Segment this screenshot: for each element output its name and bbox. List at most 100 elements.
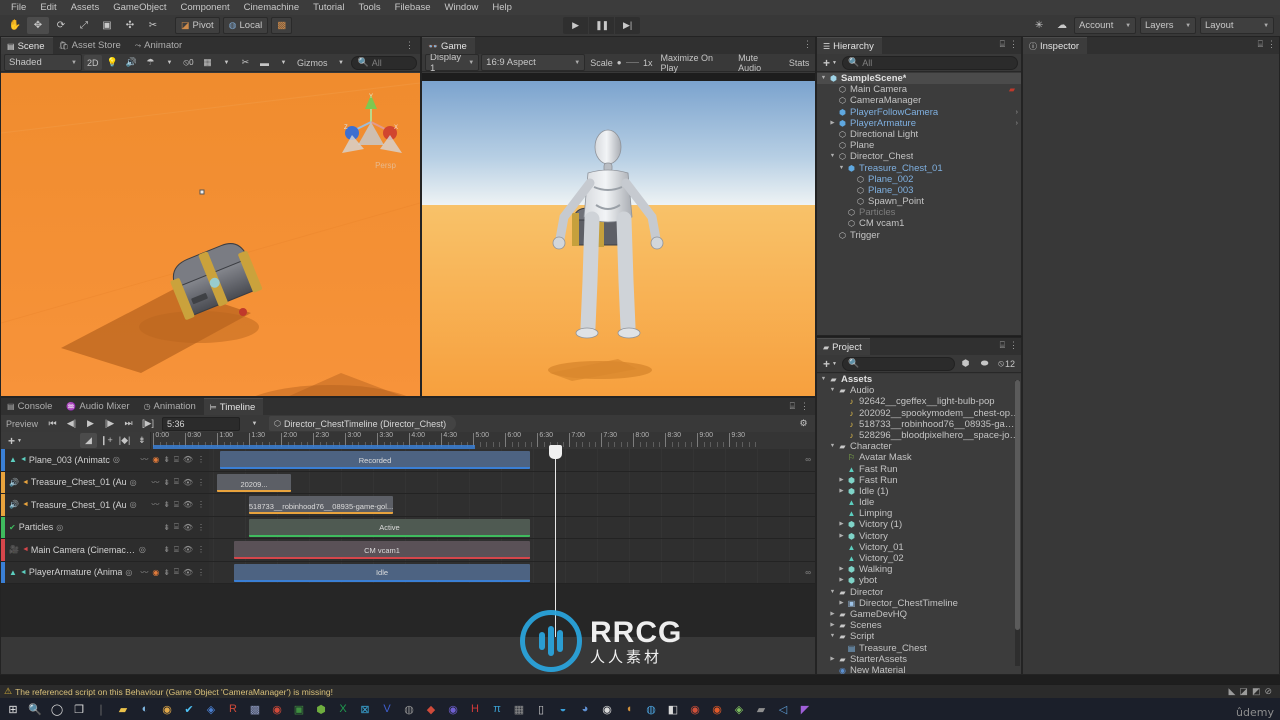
menu-item-edit[interactable]: Edit bbox=[33, 0, 63, 15]
timeline-lock-toggle[interactable]: ⇟ bbox=[133, 433, 150, 448]
tab-animator[interactable]: ⤳ Animator bbox=[128, 37, 191, 54]
menu-item-gameobject[interactable]: GameObject bbox=[106, 0, 173, 15]
project-tree[interactable]: ▼ ▰ Assets ▼ ▰ Audio ♪ 92642__cgeffex__light-bu… bbox=[817, 374, 1021, 674]
project-item[interactable]: ▲ Idle bbox=[817, 497, 1021, 508]
tab-audio-mixer[interactable]: ♒ Audio Mixer bbox=[60, 398, 138, 415]
mute-audio-button[interactable]: Mute Audio bbox=[735, 53, 784, 73]
taskbar-icon[interactable]: ◐ bbox=[134, 698, 156, 720]
hierarchy-item[interactable]: ⬡ Spawn_Point bbox=[817, 196, 1021, 207]
hierarchy-item[interactable]: ⬡ Particles bbox=[817, 207, 1021, 218]
hierarchy-item[interactable]: ▼ ⬡ Director_Chest bbox=[817, 151, 1021, 162]
project-item[interactable]: ♪ 202092__spookymodem__chest-opening bbox=[817, 408, 1022, 419]
taskbar-icon[interactable]: ◉ bbox=[684, 698, 706, 720]
track-unlock-icon[interactable]: ⌸ bbox=[174, 455, 179, 465]
timeline-track-header[interactable]: 🔊 ◄ Treasure_Chest_01 (Au ◎ 〰 ⇟ ⌸ 👁 ⋮ bbox=[1, 494, 209, 516]
hierarchy-item[interactable]: ⬡ Directional Light bbox=[817, 129, 1021, 140]
hierarchy-item[interactable]: ⬡ CameraManager bbox=[817, 95, 1021, 106]
taskbar-icon[interactable]: ✔ bbox=[178, 698, 200, 720]
menu-item-cinemachine[interactable]: Cinemachine bbox=[237, 0, 306, 15]
track-lock-icon[interactable]: ⇟ bbox=[163, 568, 170, 577]
timeline-playhead-handle[interactable] bbox=[549, 445, 562, 459]
disclosure-triangle-icon[interactable]: ▼ bbox=[819, 73, 828, 84]
track-menu-icon[interactable]: ⋮ bbox=[197, 500, 205, 509]
timeline-clip[interactable]: Recorded bbox=[220, 451, 530, 469]
hierarchy-item[interactable]: ⬡ CM vcam1 bbox=[817, 218, 1021, 229]
kebab-icon[interactable]: ⋮ bbox=[800, 401, 809, 412]
lock-icon[interactable]: ⌸ bbox=[1258, 39, 1263, 50]
menu-item-help[interactable]: Help bbox=[485, 0, 519, 15]
project-item[interactable]: ▶ ⬢ Fast Run bbox=[817, 475, 1021, 486]
track-object-field-icon[interactable]: ◎ bbox=[130, 478, 137, 487]
disclosure-triangle-icon[interactable]: ▶ bbox=[837, 598, 846, 609]
hierarchy-panel-controls[interactable]: ⌸ ⋮ bbox=[1000, 39, 1018, 50]
custom-tool-icon[interactable]: ✂ bbox=[142, 17, 164, 34]
disclosure-triangle-icon[interactable]: ▼ bbox=[828, 587, 837, 598]
track-menu-icon[interactable]: ⋮ bbox=[197, 568, 205, 577]
layout-dropdown[interactable]: Layout ▼ bbox=[1200, 17, 1275, 34]
taskbar-icon[interactable]: ❐ bbox=[68, 698, 90, 720]
track-lock-icon[interactable]: ⇟ bbox=[163, 500, 170, 509]
track-lock-icon[interactable]: ⇟ bbox=[163, 478, 170, 487]
status-bar[interactable]: ⚠ The referenced script on this Behaviou… bbox=[0, 684, 1280, 698]
track-curves-icon[interactable]: 〰 bbox=[151, 477, 159, 488]
taskbar-icon[interactable]: H bbox=[464, 698, 486, 720]
hierarchy-item[interactable]: ⬡ Plane_002 bbox=[817, 174, 1021, 185]
hidden-objects-icon[interactable]: ⦸ 0 bbox=[180, 55, 197, 70]
menu-item-filebase[interactable]: Filebase bbox=[388, 0, 438, 15]
stats-button[interactable]: Stats bbox=[786, 55, 812, 70]
project-item[interactable]: ▶ ⬢ Walking bbox=[817, 564, 1021, 575]
scene-search-input[interactable]: 🔍 All bbox=[351, 55, 417, 70]
track-curves-icon[interactable]: 〰 bbox=[151, 499, 159, 510]
project-add-button[interactable]: + ▼ bbox=[820, 356, 840, 371]
timeline-asset-dropdown-icon[interactable]: ▼ bbox=[246, 416, 263, 431]
hierarchy-item[interactable]: ▼ ⬢ Treasure_Chest_01 bbox=[817, 163, 1021, 174]
track-object-field-icon[interactable]: ◎ bbox=[56, 523, 63, 532]
timeline-ruler[interactable]: 0:00 0:30 1:00 1:30 2:00 2:30 3:00 3:30 4:00 4:30… bbox=[150, 432, 815, 449]
timeline-settings-gear-icon[interactable]: ⚙ bbox=[795, 416, 812, 431]
hierarchy-item[interactable]: ▼ ⬢ SampleScene* bbox=[817, 73, 1021, 85]
taskbar-icon[interactable]: ◈ bbox=[200, 698, 222, 720]
timeline-clip[interactable]: 20209... bbox=[217, 473, 291, 492]
project-item[interactable]: ⚐ Avatar Mask bbox=[817, 452, 1021, 463]
track-unlock-icon[interactable]: ⌸ bbox=[174, 522, 179, 532]
taskbar-icon[interactable]: ◆ bbox=[420, 698, 442, 720]
fx-icon[interactable]: ☂ bbox=[142, 55, 159, 70]
tab-animation[interactable]: ◷ Animation bbox=[137, 398, 204, 415]
gizmos-dropdown[interactable]: Gizmos bbox=[294, 55, 331, 70]
track-unlock-icon[interactable]: ⌸ bbox=[174, 567, 179, 577]
hierarchy-search-input[interactable]: 🔍 All bbox=[841, 55, 1018, 70]
rotate-tool-icon[interactable]: ⟳ bbox=[50, 17, 72, 34]
track-unlock-icon[interactable]: ⌸ bbox=[174, 500, 179, 510]
timeline-track-lane[interactable]: Idle ∞ bbox=[209, 561, 815, 583]
menu-item-file[interactable]: File bbox=[4, 0, 33, 15]
timeline-add-track-button[interactable]: + ▼ bbox=[5, 433, 25, 448]
disclosure-triangle-icon[interactable]: ▼ bbox=[828, 151, 837, 162]
timeline-track-lane[interactable]: 518733__robinhood76__08935-game-gol... bbox=[209, 494, 815, 516]
disclosure-triangle-icon[interactable]: ▶ bbox=[837, 575, 846, 586]
track-menu-icon[interactable]: ⋮ bbox=[197, 478, 205, 487]
taskbar-icon[interactable]: ◉ bbox=[596, 698, 618, 720]
transform-tool-icon[interactable]: ✣ bbox=[119, 17, 141, 34]
tab-hierarchy[interactable]: ☰ Hierarchy bbox=[817, 37, 882, 54]
scene-view-icon[interactable]: ▬ bbox=[256, 55, 273, 70]
track-controls[interactable]: 〰 ◉ ⇟ ⌸ 👁 ⋮ bbox=[140, 567, 209, 578]
scale-slider[interactable]: Scale ● 1x bbox=[587, 55, 655, 70]
timeline-track-lane[interactable]: CM vcam1 bbox=[209, 539, 815, 561]
project-item[interactable]: ▲ Victory_01 bbox=[817, 542, 1021, 553]
taskbar-icon[interactable]: ◯ bbox=[46, 698, 68, 720]
hierarchy-tree[interactable]: ▼ ⬢ SampleScene* ⬡ Main Camera ▰ ⬡ CameraManage… bbox=[817, 73, 1021, 335]
project-scrollbar-track[interactable] bbox=[1015, 380, 1020, 666]
disclosure-triangle-icon[interactable]: ▶ bbox=[828, 609, 837, 620]
scene-orientation-gizmo[interactable]: Y Z X bbox=[338, 89, 404, 155]
timeline-clip[interactable]: CM vcam1 bbox=[234, 541, 530, 559]
timeline-track[interactable]: ▲ ◄ PlayerArmature (Anima ◎ 〰 ◉ ⇟ ⌸ 👁 ⋮ Idle ∞ bbox=[1, 561, 815, 584]
filter-by-label-icon[interactable]: ⬬ bbox=[976, 356, 993, 371]
track-controls[interactable]: 〰 ⇟ ⌸ 👁 ⋮ bbox=[151, 499, 209, 510]
project-item[interactable]: ♪ 528296__bloodpixelhero__space-journey bbox=[817, 430, 1022, 441]
hierarchy-item[interactable]: ▶ ⬢ PlayerArmature › bbox=[817, 118, 1021, 129]
disclosure-triangle-icon[interactable]: ▶ bbox=[837, 475, 846, 486]
track-mute-icon[interactable]: 👁 bbox=[183, 455, 193, 464]
track-object-field-icon[interactable]: ◎ bbox=[139, 545, 146, 554]
track-mute-icon[interactable]: 👁 bbox=[183, 545, 193, 554]
track-menu-icon[interactable]: ⋮ bbox=[197, 455, 205, 464]
